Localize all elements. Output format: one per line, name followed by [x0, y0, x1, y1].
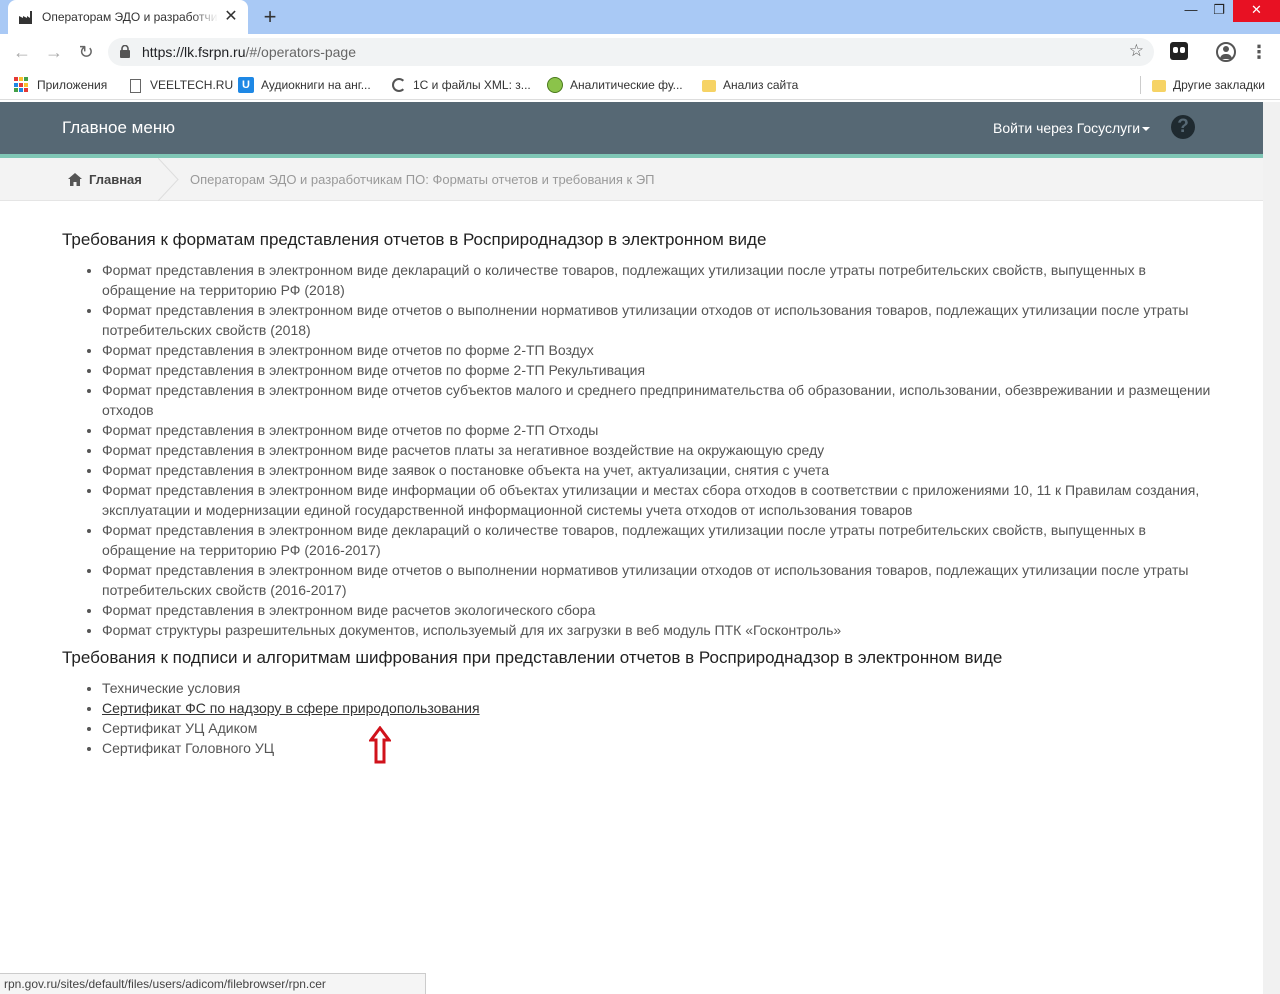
caret-down-icon	[1142, 127, 1151, 132]
address-bar[interactable]: https://lk.fsrpn.ru/#/operators-page ☆	[108, 38, 1154, 66]
doc-link[interactable]: Формат представления в электронном виде …	[102, 362, 645, 378]
folder-icon	[1152, 80, 1166, 92]
list-item[interactable]: Формат представления в электронном виде …	[102, 480, 1212, 520]
doc-link[interactable]: Сертификат Головного УЦ	[102, 740, 274, 756]
doc-link[interactable]: Формат представления в электронном виде …	[102, 382, 1210, 418]
list-item[interactable]: Формат представления в электронном виде …	[102, 340, 1212, 360]
minimize-button[interactable]: —	[1176, 0, 1206, 22]
breadcrumb-home-label: Главная	[89, 172, 142, 187]
section-title-formats: Требования к форматам представления отче…	[62, 230, 767, 249]
list-item[interactable]: Технические условия	[102, 678, 1212, 698]
list-item[interactable]: Формат представления в электронном виде …	[102, 560, 1212, 600]
tab-strip: Операторам ЭДО и разработчикам ПО ✕ + — …	[0, 0, 1280, 34]
bookmark-apps[interactable]: Приложения	[14, 76, 107, 94]
main-content: Требования к форматам представления отче…	[62, 228, 1212, 764]
doc-link[interactable]: Формат представления в электронном виде …	[102, 422, 598, 438]
page-scrollbar[interactable]	[1263, 102, 1280, 994]
bookmark-label: 1С и файлы XML: з...	[413, 78, 531, 92]
bookmark-label: Приложения	[37, 78, 108, 92]
doc-link[interactable]: Формат представления в электронном виде …	[102, 342, 594, 358]
reload-icon[interactable]: ↻	[74, 40, 98, 64]
main-menu-link[interactable]: Главное меню	[62, 118, 175, 138]
tree-icon	[547, 77, 563, 93]
red-up-arrow-icon	[368, 725, 392, 764]
c-icon	[392, 78, 406, 92]
bookmark-label: VEELTECH.RU	[150, 78, 234, 92]
help-icon[interactable]: ?	[1171, 115, 1195, 139]
bookmark-other[interactable]: Другие закладки	[1152, 76, 1265, 94]
gosuslugi-login-dropdown[interactable]: Войти через Госуслуги	[993, 120, 1151, 136]
bookmark-label: Аналитические фу...	[570, 78, 683, 92]
close-window-button[interactable]: ✕	[1233, 0, 1280, 22]
kebab-menu-icon[interactable]: ⋮	[1250, 40, 1268, 64]
doc-link[interactable]: Формат структуры разрешительных документ…	[102, 622, 841, 638]
status-bar-url: rpn.gov.ru/sites/default/files/users/adi…	[0, 973, 426, 994]
doc-link[interactable]: Технические условия	[102, 680, 240, 696]
signature-list: Технические условия Сертификат ФС по над…	[102, 678, 1212, 758]
list-item[interactable]: Формат представления в электронном виде …	[102, 440, 1212, 460]
list-item[interactable]: Формат представления в электронном виде …	[102, 420, 1212, 440]
browser-tab[interactable]: Операторам ЭДО и разработчикам ПО ✕	[8, 0, 248, 34]
formats-list: Формат представления в электронном виде …	[102, 260, 1212, 640]
bookmark-star-icon[interactable]: ☆	[1129, 41, 1144, 61]
account-icon[interactable]	[1216, 42, 1236, 62]
url-host: https://lk.fsrpn.ru	[142, 44, 246, 60]
doc-link[interactable]: Формат представления в электронном виде …	[102, 302, 1188, 338]
forward-arrow-icon[interactable]: →	[42, 40, 66, 64]
doc-link[interactable]: Формат представления в электронном виде …	[102, 462, 829, 478]
list-item[interactable]: Формат представления в электронном виде …	[102, 600, 1212, 620]
list-item[interactable]: Формат представления в электронном виде …	[102, 360, 1212, 380]
list-item[interactable]: Формат представления в электронном виде …	[102, 520, 1212, 560]
page-icon	[130, 78, 141, 93]
breadcrumb-home[interactable]: Главная	[68, 172, 142, 187]
doc-link[interactable]: Формат представления в электронном виде …	[102, 522, 1146, 558]
doc-link[interactable]: Сертификат УЦ Адиком	[102, 720, 257, 736]
list-item[interactable]: Формат представления в электронном виде …	[102, 380, 1212, 420]
u-icon: U	[238, 77, 254, 93]
doc-link[interactable]: Формат представления в электронном виде …	[102, 442, 824, 458]
login-label: Войти через Госуслуги	[993, 120, 1141, 136]
bookmarks-bar: Приложения VEELTECH.RU U Аудиокниги на а…	[0, 70, 1280, 100]
list-item[interactable]: Формат представления в электронном виде …	[102, 460, 1212, 480]
list-item[interactable]: Формат структуры разрешительных документ…	[102, 620, 1212, 640]
section-title-signature: Требования к подписи и алгоритмам шифров…	[62, 648, 1003, 667]
doc-link[interactable]: Формат представления в электронном виде …	[102, 262, 1146, 298]
url-path: /#/operators-page	[245, 44, 357, 60]
breadcrumb: Главная Операторам ЭДО и разработчикам П…	[0, 157, 1263, 202]
bookmark-1c[interactable]: 1С и файлы XML: з...	[392, 76, 531, 94]
home-icon	[68, 173, 82, 186]
doc-link[interactable]: Формат представления в электронном виде …	[102, 562, 1188, 598]
bookmark-analytics[interactable]: Аналитические фу...	[547, 76, 683, 94]
back-arrow-icon[interactable]: ←	[10, 40, 34, 64]
doc-link[interactable]: Формат представления в электронном виде …	[102, 602, 595, 618]
site-header: Главное меню Войти через Госуслуги ?	[0, 102, 1263, 154]
tab-title: Операторам ЭДО и разработчикам ПО	[42, 10, 218, 24]
bookmark-label: Другие закладки	[1173, 78, 1265, 92]
list-item[interactable]: Формат представления в электронном виде …	[102, 260, 1212, 300]
folder-icon	[702, 80, 716, 92]
list-item[interactable]: Сертификат ФС по надзору в сфере природо…	[102, 698, 1212, 718]
breadcrumb-current: Операторам ЭДО и разработчикам ПО: Форма…	[190, 172, 655, 187]
bookmark-site-analysis[interactable]: Анализ сайта	[702, 76, 798, 94]
bookmarks-divider	[1140, 76, 1141, 94]
bookmark-veeltech[interactable]: VEELTECH.RU	[128, 76, 233, 94]
apps-grid-icon	[14, 77, 30, 93]
bookmark-label: Аудиокниги на анг...	[261, 78, 371, 92]
list-item[interactable]: Сертификат Головного УЦ	[102, 738, 1212, 758]
url-text: https://lk.fsrpn.ru/#/operators-page	[142, 44, 356, 60]
bookmark-label: Анализ сайта	[723, 78, 799, 92]
doc-link[interactable]: Формат представления в электронном виде …	[102, 482, 1199, 518]
factory-icon	[18, 9, 34, 25]
new-tab-button[interactable]: +	[258, 5, 282, 29]
doc-link-hovered[interactable]: Сертификат ФС по надзору в сфере природо…	[102, 700, 480, 716]
list-item[interactable]: Сертификат УЦ Адиком	[102, 718, 1212, 738]
list-item[interactable]: Формат представления в электронном виде …	[102, 300, 1212, 340]
lock-icon	[120, 44, 130, 58]
breadcrumb-separator	[157, 157, 180, 202]
bookmark-audiobooks[interactable]: U Аудиокниги на анг...	[238, 76, 371, 94]
browser-toolbar: ← → ↻ https://lk.fsrpn.ru/#/operators-pa…	[0, 34, 1280, 70]
restore-button[interactable]: ❐	[1204, 0, 1234, 22]
extension-icon[interactable]	[1170, 42, 1188, 60]
close-tab-icon[interactable]: ✕	[222, 8, 240, 26]
